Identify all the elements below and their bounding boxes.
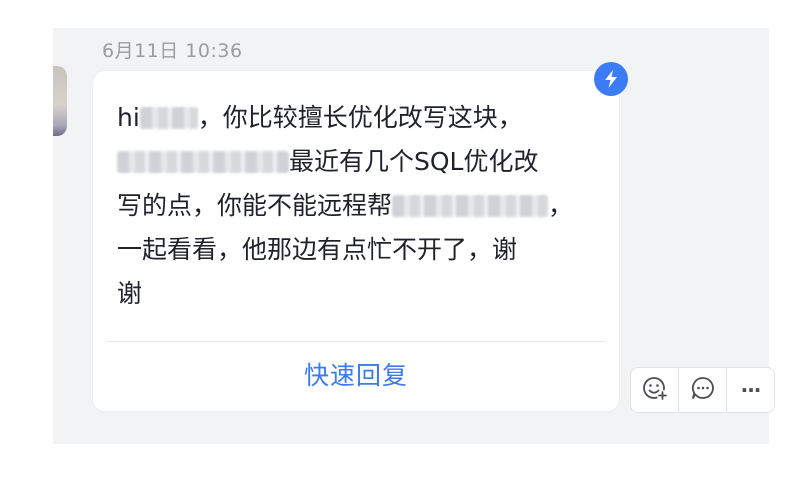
add-reaction-button[interactable] (631, 368, 679, 412)
avatar[interactable] (53, 66, 67, 136)
emoji-add-icon (641, 374, 669, 406)
quick-reply-button[interactable]: 快速回复 (93, 356, 619, 392)
lightning-icon (594, 62, 628, 96)
message-line: hi ，你比较擅长优化改写这块， (117, 103, 523, 132)
reply-button[interactable] (679, 368, 727, 412)
redacted-name (392, 195, 549, 217)
redacted-name (117, 151, 289, 173)
comment-icon (689, 374, 717, 406)
message-line: 最近有几个SQL优化改 (117, 140, 597, 184)
more-button[interactable]: ··· (727, 368, 774, 412)
message-line: 谢 (117, 279, 143, 308)
message-line: 写的点，你能不能远程帮， (117, 191, 574, 220)
bubble-divider (107, 341, 605, 342)
message-text: hi ，你比较擅长优化改写这块， 最近有几个SQL优化改 写的点，你能不能远程帮，… (117, 96, 597, 316)
message-line: 一起看看，他那边有点忙不开了，谢 (117, 235, 518, 264)
redacted-name (139, 107, 198, 129)
message-timestamp: 6月11日 10:36 (102, 40, 243, 62)
message-action-bar: ··· (630, 367, 775, 413)
more-icon: ··· (740, 378, 762, 402)
